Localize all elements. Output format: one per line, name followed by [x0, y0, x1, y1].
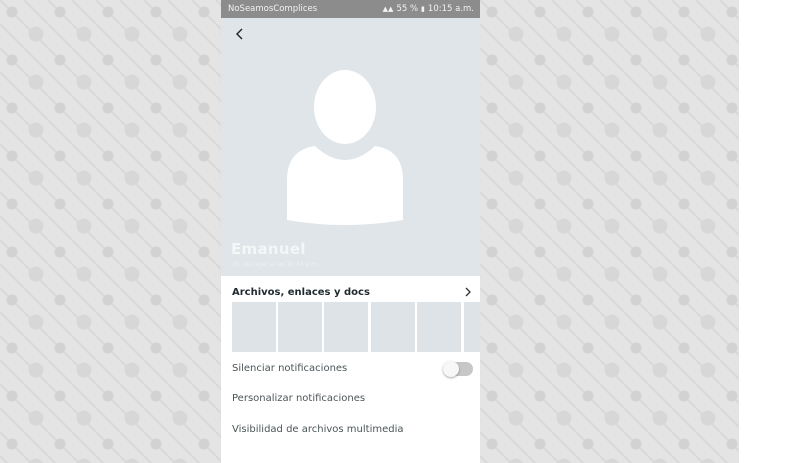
- status-bar: NoSeamosComplices ▲▲ 55 % ▮ 10:15 a.m.: [221, 0, 480, 18]
- signal-icon: ▲▲: [382, 5, 394, 13]
- contact-name: Emanuel: [231, 240, 306, 258]
- media-thumbnail[interactable]: [464, 302, 480, 352]
- status-indicators: ▲▲ 55 % ▮ 10:15 a.m.: [383, 0, 474, 18]
- custom-notifications-setting[interactable]: Personalizar notificaciones: [232, 393, 365, 404]
- media-links-docs-row[interactable]: Archivos, enlaces y docs: [232, 284, 472, 300]
- default-avatar-icon[interactable]: [285, 70, 405, 226]
- arrow-left-icon: [236, 28, 243, 40]
- media-section: Archivos, enlaces y docs: [221, 276, 480, 356]
- media-thumbnail[interactable]: [324, 302, 368, 352]
- phone-screen: NoSeamosComplices ▲▲ 55 % ▮ 10:15 a.m. E…: [221, 0, 480, 463]
- battery-percent: 55 %: [396, 4, 419, 14]
- media-title: Archivos, enlaces y docs: [232, 286, 370, 298]
- mute-notifications-toggle[interactable]: [443, 361, 473, 377]
- media-thumbnail[interactable]: [371, 302, 415, 352]
- chat-wallpaper-left: [0, 0, 221, 463]
- media-thumbnails: [232, 302, 480, 352]
- media-visibility-setting[interactable]: Visibilidad de archivos multimedia: [232, 424, 404, 435]
- back-button[interactable]: [231, 25, 249, 43]
- last-seen-text: últ. vez ayer a las 10:24 p.m.: [231, 261, 319, 268]
- chevron-right-icon: [465, 287, 471, 297]
- media-thumbnail[interactable]: [232, 302, 276, 352]
- clock: 10:15 a.m.: [427, 4, 474, 14]
- carrier-name: NoSeamosComplices: [228, 4, 318, 14]
- profile-header: Emanuel últ. vez ayer a las 10:24 p.m.: [221, 18, 480, 276]
- chat-wallpaper-right: [480, 0, 739, 463]
- toggle-knob: [443, 361, 459, 377]
- mute-notifications-setting[interactable]: Silenciar notificaciones: [232, 363, 347, 374]
- battery-icon: ▮: [421, 5, 425, 13]
- media-thumbnail[interactable]: [417, 302, 461, 352]
- media-thumbnail[interactable]: [278, 302, 322, 352]
